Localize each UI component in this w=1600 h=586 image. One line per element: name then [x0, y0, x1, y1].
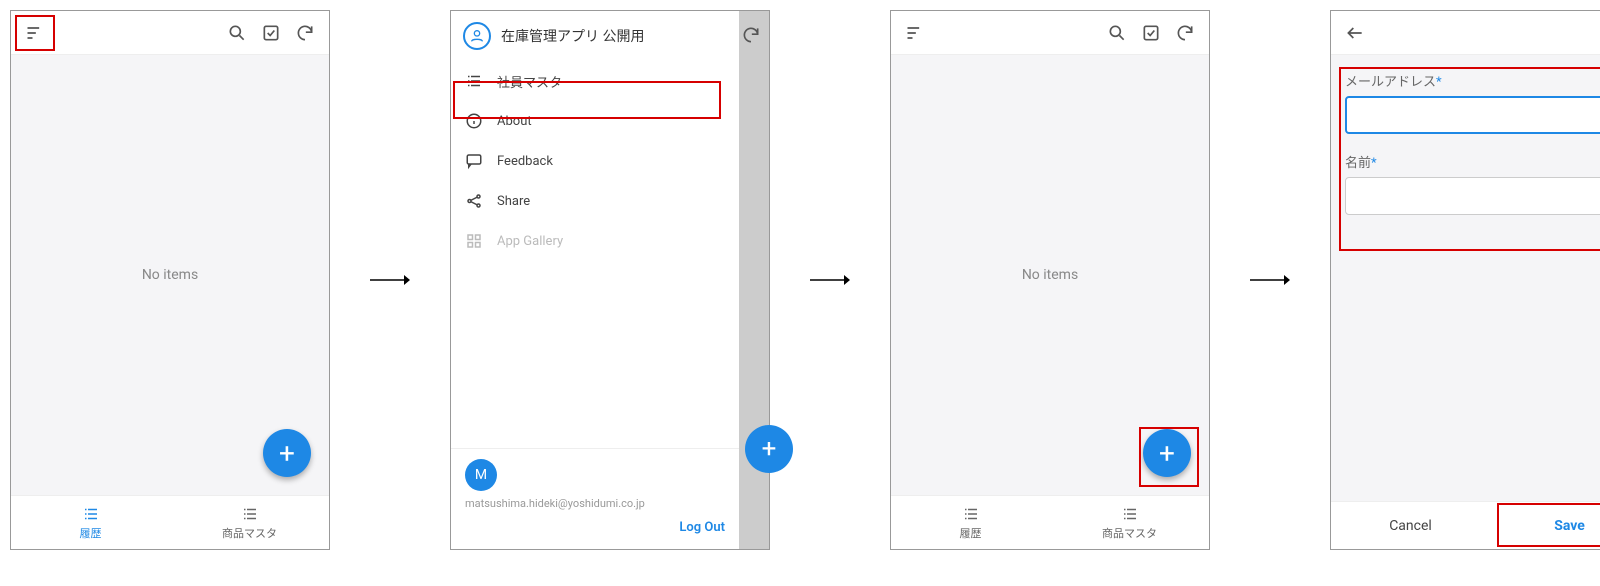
arrow-icon — [1250, 270, 1290, 290]
tab-label: 履歴 — [80, 525, 102, 541]
screen-drawer: + 在庫管理アプリ 公開用 社員マスタ About Feedback Share — [450, 10, 770, 550]
field-name: 名前* — [1345, 152, 1600, 215]
field-email: メールアドレス* — [1345, 71, 1600, 134]
arrow-icon — [370, 270, 410, 290]
tab-product-master[interactable]: 商品マスタ — [1050, 496, 1209, 549]
menu-employee-master[interactable]: 社員マスタ — [451, 61, 739, 101]
select-icon[interactable] — [257, 19, 285, 47]
menu-label: About — [497, 114, 532, 129]
user-avatar[interactable]: M — [465, 459, 497, 491]
tab-label: 商品マスタ — [222, 525, 277, 541]
menu-label: Feedback — [497, 154, 553, 169]
content-area: No items + — [11, 55, 329, 495]
refresh-icon[interactable] — [1171, 19, 1199, 47]
nav-drawer: 在庫管理アプリ 公開用 社員マスタ About Feedback Share A… — [451, 11, 739, 549]
tab-product-master[interactable]: 商品マスタ — [170, 496, 329, 549]
menu-share[interactable]: Share — [451, 181, 739, 221]
user-email: matsushima.hideki@yoshidumi.co.jp — [465, 497, 725, 510]
menu-label: Share — [497, 194, 530, 209]
logout-button[interactable]: Log Out — [465, 520, 725, 535]
arrow-icon — [810, 270, 850, 290]
screen-form: メールアドレス* 名前* Cancel Save — [1330, 10, 1600, 550]
topbar — [1331, 11, 1600, 55]
tab-label: 商品マスタ — [1102, 525, 1157, 541]
empty-text: No items — [1022, 267, 1078, 283]
tab-history[interactable]: 履歴 — [891, 496, 1050, 549]
bottom-tabs: 履歴 商品マスタ — [11, 495, 329, 549]
add-button-partial[interactable]: + — [745, 425, 793, 473]
background-strip: + — [735, 11, 769, 549]
required-mark: * — [1371, 156, 1377, 171]
add-button[interactable]: + — [1143, 429, 1191, 477]
email-label: メールアドレス* — [1345, 71, 1600, 90]
add-button[interactable]: + — [263, 429, 311, 477]
topbar — [891, 11, 1209, 55]
bottom-tabs: 履歴 商品マスタ — [891, 495, 1209, 549]
refresh-icon[interactable] — [291, 19, 319, 47]
refresh-icon[interactable] — [737, 21, 765, 49]
required-mark: * — [1436, 75, 1442, 90]
back-icon[interactable] — [1341, 19, 1369, 47]
screen-list-3: No items + 履歴 商品マスタ — [890, 10, 1210, 550]
name-label: 名前* — [1345, 152, 1600, 171]
save-button[interactable]: Save — [1490, 502, 1600, 549]
menu-label: App Gallery — [497, 234, 563, 249]
app-title: 在庫管理アプリ 公開用 — [501, 26, 644, 46]
menu-feedback[interactable]: Feedback — [451, 141, 739, 181]
menu-icon[interactable] — [21, 19, 49, 47]
tab-label: 履歴 — [960, 525, 982, 541]
email-input[interactable] — [1345, 96, 1600, 134]
search-icon[interactable] — [223, 19, 251, 47]
menu-about[interactable]: About — [451, 101, 739, 141]
cancel-button[interactable]: Cancel — [1331, 502, 1490, 549]
menu-app-gallery: App Gallery — [451, 221, 739, 261]
menu-icon[interactable] — [901, 19, 929, 47]
screen-list-1: No items + 履歴 商品マスタ — [10, 10, 330, 550]
form-actions: Cancel Save — [1331, 501, 1600, 549]
empty-text: No items — [142, 267, 198, 283]
name-input[interactable] — [1345, 177, 1600, 215]
app-logo-icon — [463, 22, 491, 50]
select-icon[interactable] — [1137, 19, 1165, 47]
content-area: No items + — [891, 55, 1209, 495]
topbar — [11, 11, 329, 55]
drawer-footer: M matsushima.hideki@yoshidumi.co.jp Log … — [451, 448, 739, 549]
drawer-header: 在庫管理アプリ 公開用 — [451, 11, 739, 61]
form-body: メールアドレス* 名前* — [1331, 55, 1600, 549]
menu-label: 社員マスタ — [497, 72, 562, 91]
tab-history[interactable]: 履歴 — [11, 496, 170, 549]
search-icon[interactable] — [1103, 19, 1131, 47]
grid-icon — [465, 232, 483, 250]
